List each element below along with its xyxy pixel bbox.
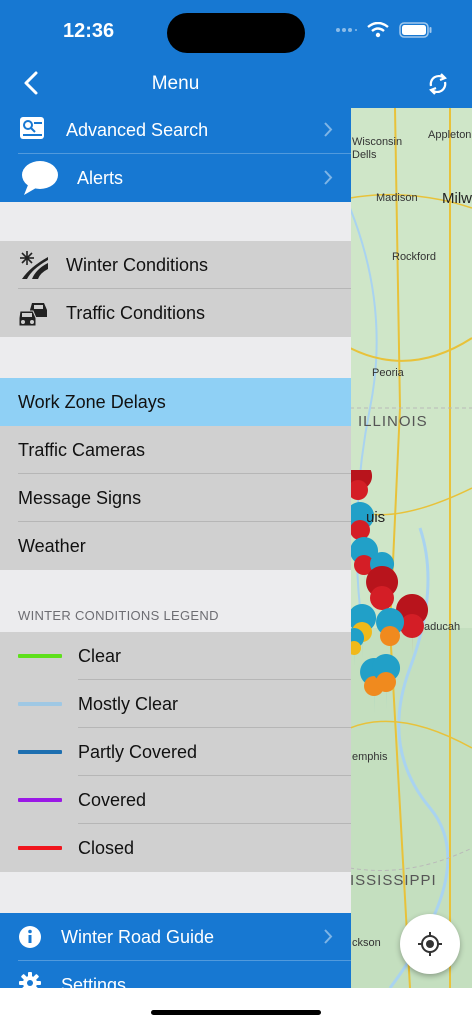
status-bar: 12:36 xyxy=(0,0,472,60)
legend-label: Mostly Clear xyxy=(78,693,179,714)
map-label-memphis: emphis xyxy=(352,751,388,763)
menu-item-winter-conditions[interactable]: Winter Conditions xyxy=(0,241,351,289)
menu-item-label: Advanced Search xyxy=(66,119,209,140)
legend-swatch xyxy=(18,846,62,850)
status-time: 12:36 xyxy=(63,20,115,42)
legend-item-covered: Covered xyxy=(0,776,351,824)
menu-item-weather[interactable]: Weather xyxy=(0,522,351,570)
map-label-wisconsin-dells: Wisconsin Dells xyxy=(352,136,403,161)
chevron-right-icon xyxy=(324,170,333,185)
home-indicator xyxy=(151,1010,321,1015)
menu-item-label: Traffic Conditions xyxy=(66,302,206,323)
menu-item-label: Alerts xyxy=(77,167,124,188)
menu-item-label: Traffic Cameras xyxy=(18,439,146,460)
chevron-right-icon xyxy=(324,122,333,137)
locate-me-button[interactable] xyxy=(400,914,460,974)
refresh-icon xyxy=(429,73,447,95)
cars-icon xyxy=(18,297,50,329)
work-zone-marker[interactable] xyxy=(350,628,365,666)
legend-swatch xyxy=(18,654,62,658)
menu-item-advanced-search[interactable]: Advanced Search xyxy=(0,106,351,154)
map-view[interactable]: Appleton Wisconsin Dells Madison Milw Ro… xyxy=(350,0,472,988)
legend-item-closed: Closed xyxy=(0,824,351,872)
work-zone-marker[interactable] xyxy=(372,654,401,710)
map-label-mississippi: ISSISSIPPI xyxy=(350,872,437,889)
legend-label: Clear xyxy=(78,645,122,666)
menu-item-label: Winter Road Guide xyxy=(61,926,215,947)
menu-item-work-zone-delays[interactable]: Work Zone Delays xyxy=(0,378,351,426)
battery-icon xyxy=(399,22,432,38)
menu-item-label: Message Signs xyxy=(18,487,142,508)
legend-swatch xyxy=(18,798,62,802)
map-bottom-bar xyxy=(350,988,472,1024)
menu-item-alerts[interactable]: Alerts xyxy=(0,154,351,202)
side-menu: Menu Advanced Search Alerts Winter Condi… xyxy=(0,0,351,988)
map-label-paducah: aducah xyxy=(424,621,461,633)
menu-item-settings[interactable]: Settings xyxy=(0,961,351,988)
map-label-peoria: Peoria xyxy=(372,367,404,379)
map-label-illinois: ILLINOIS xyxy=(358,413,428,430)
menu-item-message-signs[interactable]: Message Signs xyxy=(0,474,351,522)
map-label-st-louis: uis xyxy=(366,509,386,526)
map-label-rockford: Rockford xyxy=(392,251,437,263)
chevron-right-icon xyxy=(324,929,333,944)
menu-item-label: Work Zone Delays xyxy=(18,391,166,412)
page-title: Menu xyxy=(151,73,200,94)
legend-label: Partly Covered xyxy=(78,741,198,762)
crosshair-icon xyxy=(418,932,442,956)
legend-section-header: WINTER CONDITIONS LEGEND xyxy=(18,608,219,623)
menu-item-label: Winter Conditions xyxy=(66,254,209,275)
menu-item-traffic-cameras[interactable]: Traffic Cameras xyxy=(0,426,351,474)
legend-label: Covered xyxy=(78,789,147,810)
status-icons xyxy=(335,22,433,38)
gear-icon xyxy=(18,971,42,988)
menu-item-traffic-conditions[interactable]: Traffic Conditions xyxy=(0,289,351,337)
legend-swatch xyxy=(18,750,62,754)
map-label-milwaukee: Milw xyxy=(442,190,472,207)
bottom-safe-area xyxy=(0,988,351,1024)
legend-label: Closed xyxy=(78,837,135,858)
map-label-madison: Madison xyxy=(376,192,418,204)
map-label-appleton: Appleton xyxy=(428,129,472,141)
dynamic-island xyxy=(167,13,305,53)
alerts-speech-bubble-icon xyxy=(20,159,60,197)
legend-swatch xyxy=(18,702,62,706)
info-icon xyxy=(18,925,42,949)
map-label-jackson: ckson xyxy=(352,937,381,949)
menu-item-label: Weather xyxy=(18,535,86,556)
refresh-button[interactable] xyxy=(424,70,452,98)
menu-item-label: Settings xyxy=(61,974,127,989)
legend-item-mostly-clear: Mostly Clear xyxy=(0,680,351,728)
cellular-signal-icon xyxy=(336,28,357,32)
legend-item-clear: Clear xyxy=(0,632,351,680)
snow-road-icon xyxy=(18,249,50,281)
advanced-search-icon xyxy=(18,114,48,144)
wifi-icon xyxy=(367,22,389,38)
legend-item-partly-covered: Partly Covered xyxy=(0,728,351,776)
menu-item-winter-road-guide[interactable]: Winter Road Guide xyxy=(0,913,351,961)
